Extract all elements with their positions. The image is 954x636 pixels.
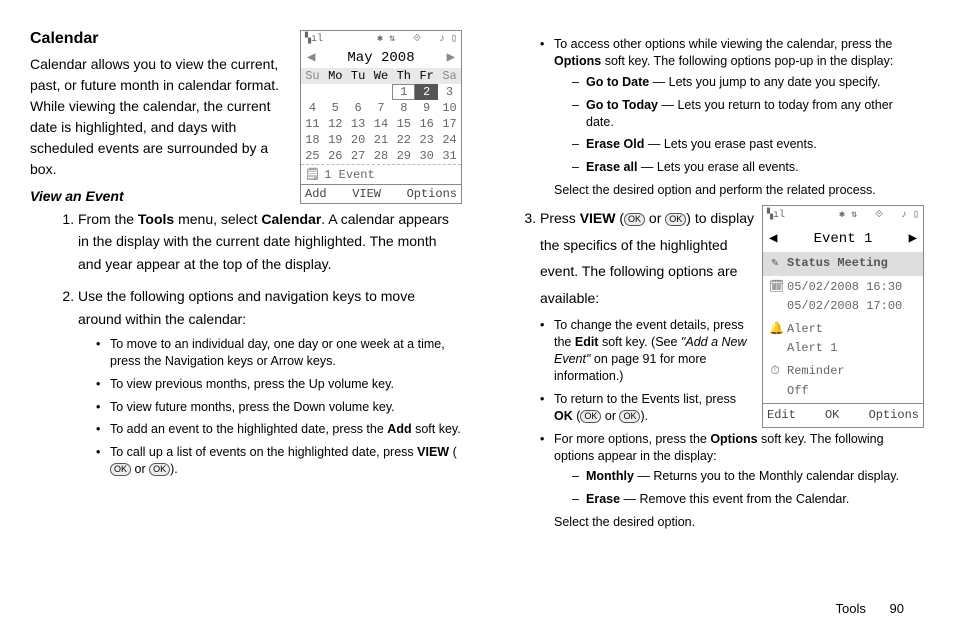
prev-month-icon: ◀	[307, 49, 315, 66]
status-icons: ✱ ⇅ ⟐ ♪ ▯	[377, 33, 457, 45]
softkey-center: VIEW	[352, 187, 381, 201]
list-item: Monthly — Returns you to the Monthly cal…	[572, 468, 924, 485]
signal-icon: ▚ıl	[305, 33, 323, 45]
softkey-left: Add	[305, 187, 327, 201]
ok-icon: OK	[110, 463, 131, 476]
event-subject: Status Meeting	[787, 254, 888, 273]
steps-list: From the Tools menu, select Calendar. A …	[30, 208, 462, 478]
list-item: Go to Today — Lets you return to today f…	[572, 97, 924, 131]
event-title: Event 1	[814, 228, 873, 250]
list-item: To access other options while viewing th…	[540, 36, 924, 199]
step-3: ▚ıl ✱ ⇅ ⟐ ♪ ▯ ◀ Event 1 ▶ ✎ Status Meeti…	[540, 205, 924, 537]
list-item: To add an event to the highlighted date,…	[96, 421, 462, 438]
list-item: Erase — Remove this event from the Calen…	[572, 491, 924, 508]
list-item: To view future months, press the Down vo…	[96, 399, 462, 416]
list-item: For more options, press the Options soft…	[540, 431, 924, 531]
list-item: To change the event details, press the E…	[540, 317, 924, 385]
note-icon: 🗒	[305, 167, 320, 182]
calendar-grid: Su Mo Tu We Th Fr Sa 123 45678910 111213…	[301, 68, 461, 164]
status-bar: ▚ıl ✱ ⇅ ⟐ ♪ ▯	[301, 31, 461, 47]
list-item: Erase Old — Lets you erase past events.	[572, 136, 924, 153]
list-item: Go to Date — Lets you jump to any date y…	[572, 74, 924, 91]
list-item: Erase all — Lets you erase all events.	[572, 159, 924, 176]
list-item: To move to an individual day, one day or…	[96, 336, 462, 370]
status-icons: ✱ ⇅ ⟐ ♪ ▯	[839, 208, 919, 224]
select-option-text: Select the desired option.	[554, 514, 924, 531]
list-item: To return to the Events list, press OK (…	[540, 391, 924, 425]
edit-icon: ✎	[769, 254, 781, 273]
event-start: 05/02/2008 16:30	[787, 280, 902, 294]
ok-icon: OK	[619, 410, 640, 423]
event-count: 1 Event	[324, 168, 374, 182]
ok-icon: OK	[665, 213, 686, 226]
steps-list-cont: ▚ıl ✱ ⇅ ⟐ ♪ ▯ ◀ Event 1 ▶ ✎ Status Meeti…	[492, 205, 924, 537]
step-2: Use the following options and navigation…	[78, 285, 462, 478]
next-month-icon: ▶	[447, 49, 455, 66]
ok-icon: OK	[149, 463, 170, 476]
list-item: To call up a list of events on the highl…	[96, 444, 462, 478]
footer-section: Tools	[836, 601, 866, 616]
event-end: 05/02/2008 17:00	[787, 299, 902, 313]
phone-mock-calendar: ▚ıl ✱ ⇅ ⟐ ♪ ▯ ◀ May 2008 ▶ Su Mo Tu We T…	[300, 30, 462, 204]
status-bar: ▚ıl ✱ ⇅ ⟐ ♪ ▯	[763, 206, 923, 226]
page-footer: Tools 90	[836, 601, 904, 616]
softkey-right: Options	[407, 187, 457, 201]
ok-icon: OK	[580, 410, 601, 423]
step-1: From the Tools menu, select Calendar. A …	[78, 208, 462, 275]
calendar-icon: 🗓	[769, 278, 781, 297]
calendar-title: May 2008	[347, 50, 414, 66]
list-item: To view previous months, press the Up vo…	[96, 376, 462, 393]
footer-page-number: 90	[890, 601, 904, 616]
prev-event-icon: ◀	[769, 228, 777, 250]
next-event-icon: ▶	[909, 228, 917, 250]
signal-icon: ▚ıl	[767, 208, 785, 224]
ok-icon: OK	[624, 213, 645, 226]
select-option-text: Select the desired option and perform th…	[554, 182, 924, 199]
